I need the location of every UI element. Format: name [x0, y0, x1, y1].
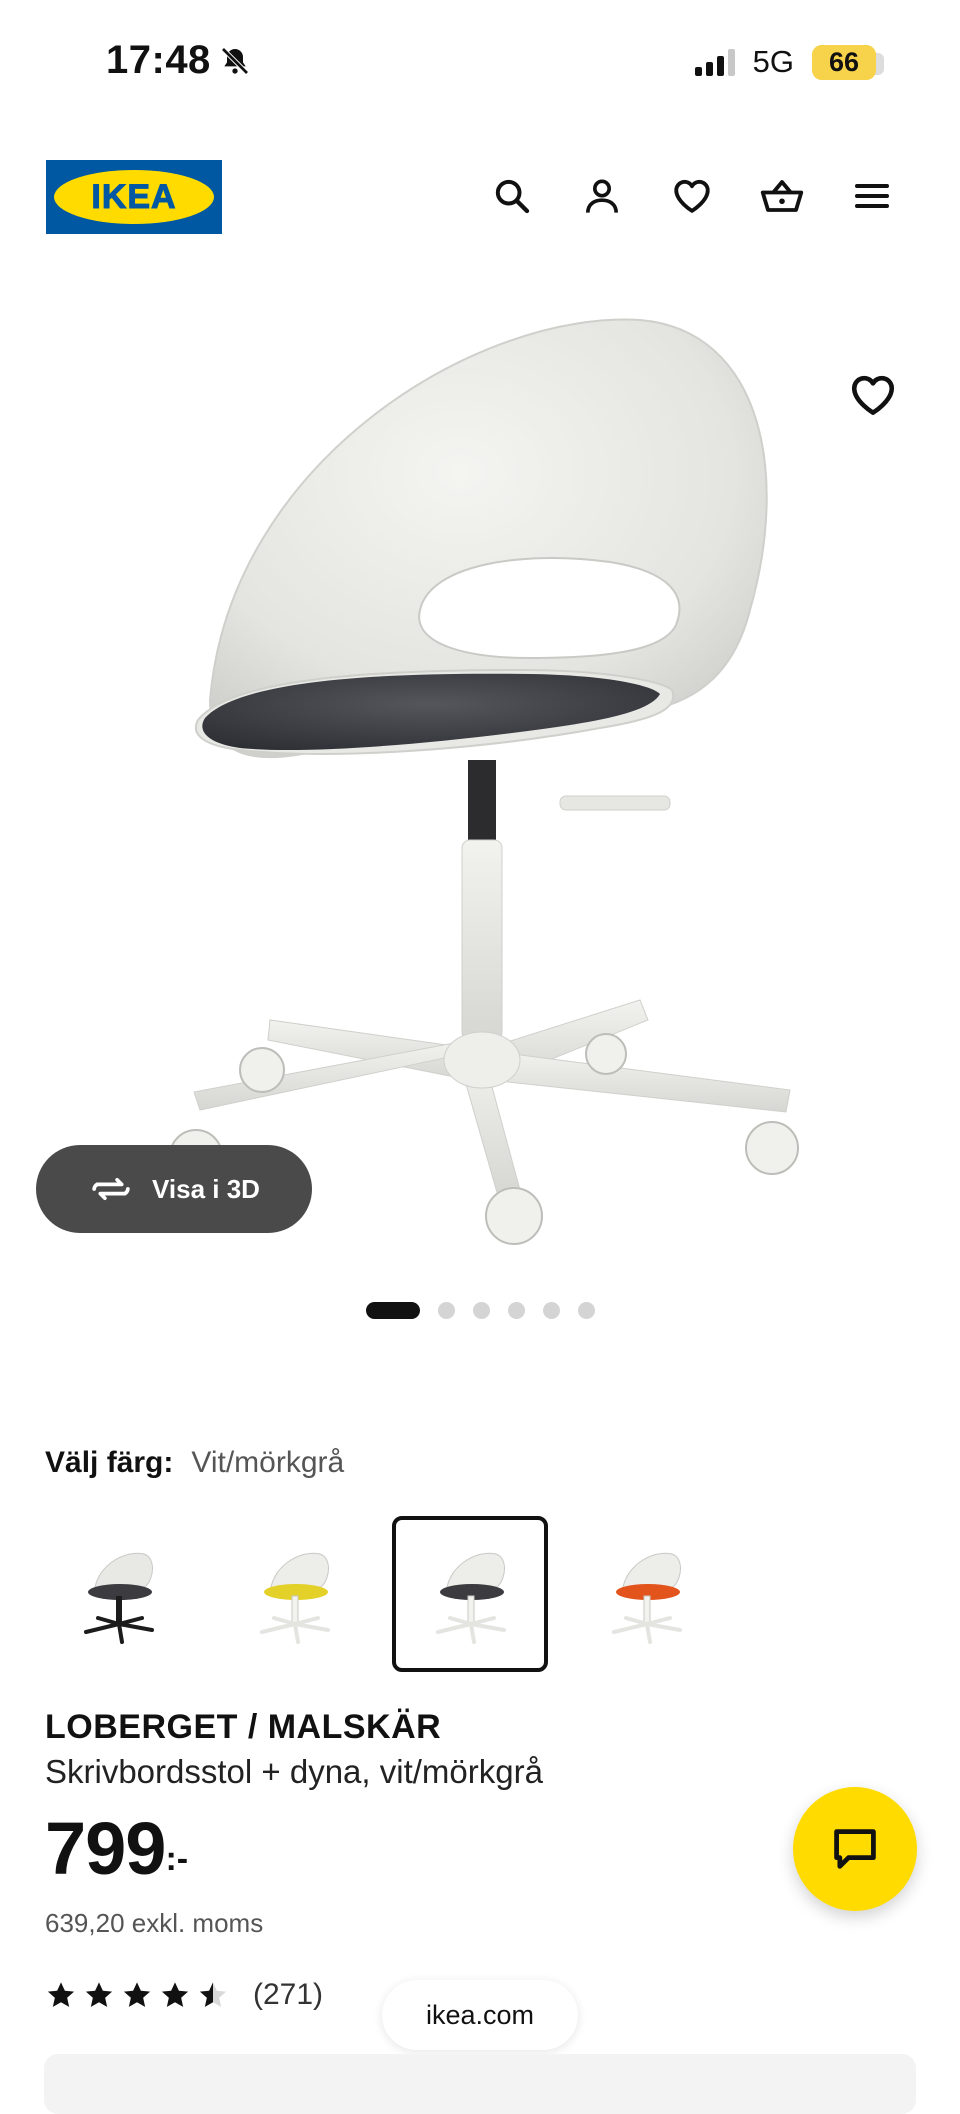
browser-url-bar[interactable]: ikea.com [382, 1980, 578, 2050]
star-full-icon [85, 1982, 113, 2007]
chat-button[interactable] [793, 1787, 917, 1911]
network-label: 5G [752, 44, 794, 79]
pagination-dot[interactable] [472, 1302, 490, 1319]
star-full-icon [123, 1982, 151, 2007]
status-time: 17:48 [106, 38, 251, 83]
price-excl-vat: 639,20 exkl. moms [45, 1908, 264, 1938]
url-text: ikea.com [425, 1999, 535, 2030]
basket-icon[interactable] [758, 172, 806, 220]
chat-icon [834, 1829, 876, 1869]
color-swatch-black-base[interactable] [40, 1516, 196, 1672]
status-indicators: 5G 66 [694, 44, 884, 80]
menu-icon[interactable] [848, 172, 896, 220]
star-half-icon [199, 1982, 227, 2007]
image-pagination [0, 1302, 960, 1319]
heart-icon [851, 375, 895, 415]
pagination-dot-active[interactable] [365, 1302, 420, 1319]
logo-oval: IKEA [54, 170, 214, 224]
pagination-dot[interactable] [577, 1302, 595, 1319]
rotate-3d-icon [92, 1177, 130, 1201]
save-to-favourites-button[interactable] [848, 370, 898, 420]
ikea-logo[interactable]: IKEA [46, 160, 222, 234]
color-selector-heading: Välj färg: Vit/mörkgrå [45, 1446, 344, 1480]
pagination-dot[interactable] [542, 1302, 560, 1319]
view-in-3d-label: Visa i 3D [152, 1173, 260, 1204]
color-label: Välj färg: [45, 1446, 174, 1479]
color-swatch-yellow[interactable] [216, 1516, 372, 1672]
rating-stars [45, 1979, 229, 2011]
signal-icon [694, 48, 735, 76]
pagination-dot[interactable] [507, 1302, 525, 1319]
account-icon[interactable] [578, 172, 626, 220]
rating[interactable]: (271) [45, 1978, 323, 2012]
color-swatch-orange[interactable] [568, 1516, 724, 1672]
pagination-dot[interactable] [437, 1302, 455, 1319]
view-in-3d-button[interactable]: Visa i 3D [36, 1145, 312, 1233]
star-full-icon [47, 1982, 75, 2007]
color-swatch-white-darkgray[interactable] [392, 1516, 548, 1672]
heart-icon[interactable] [668, 172, 716, 220]
logo-text: IKEA [91, 177, 177, 216]
battery-level: 66 [812, 44, 884, 80]
header-actions [488, 172, 896, 220]
product-name: LOBERGET / MALSKÄR [45, 1708, 442, 1746]
rating-count: (271) [253, 1978, 324, 2011]
color-swatches [40, 1516, 724, 1672]
product-image[interactable] [0, 280, 960, 1260]
product-description: Skrivbordsstol + dyna, vit/mörkgrå [45, 1753, 543, 1790]
price-amount: 799 [45, 1807, 166, 1890]
star-full-icon [161, 1982, 189, 2007]
color-selected-value: Vit/mörkgrå [191, 1446, 345, 1479]
price-suffix: :- [165, 1840, 189, 1878]
search-icon[interactable] [488, 172, 536, 220]
battery-icon: 66 [812, 44, 884, 80]
bell-muted-icon [221, 46, 249, 75]
product-price: 799 :- [45, 1812, 188, 1886]
next-section-card [44, 2054, 916, 2114]
